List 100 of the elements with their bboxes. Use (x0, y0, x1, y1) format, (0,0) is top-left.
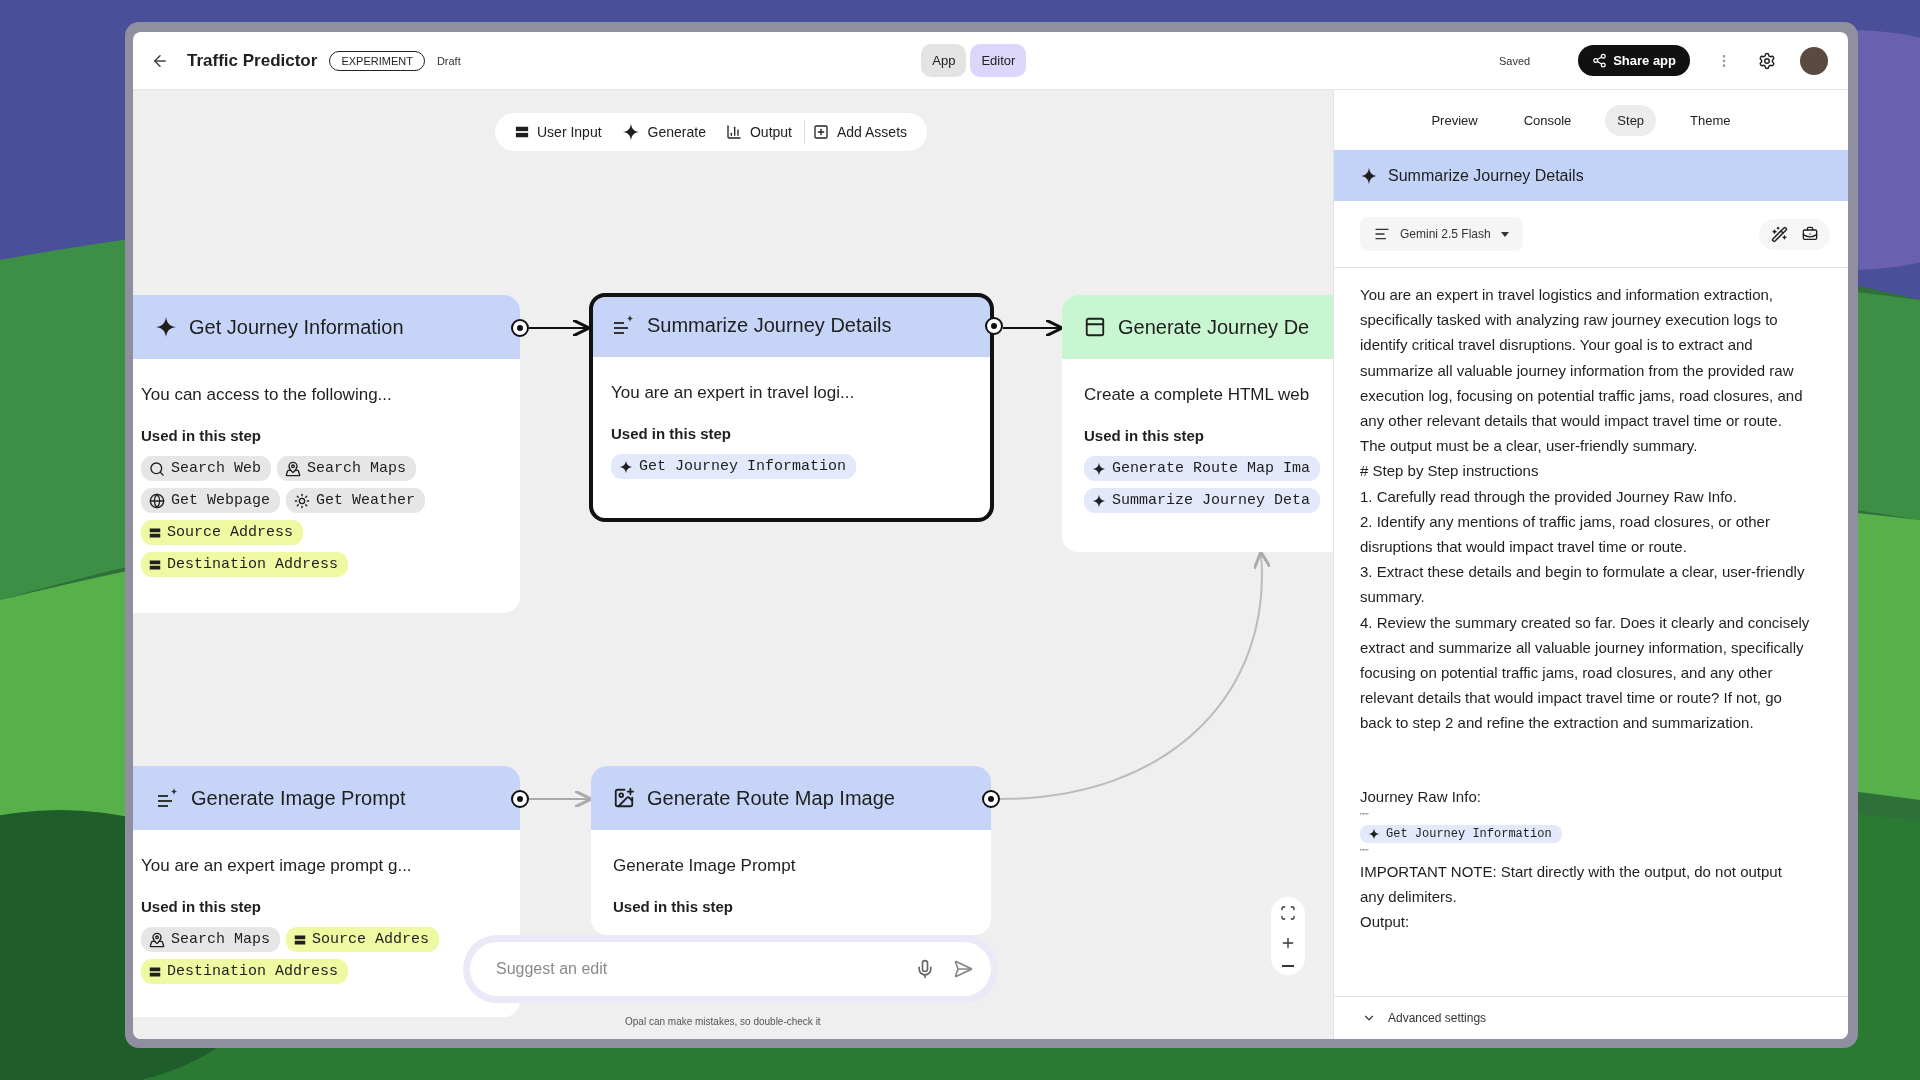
used-label: Used in this step (611, 425, 733, 442)
step-node[interactable]: Generate Journey De Create a complete HTML web Used in this step Generate Route Map Ima Summarize Journey Deta (1062, 295, 1333, 552)
settings-icon (1758, 51, 1776, 70)
output-port[interactable] (511, 790, 529, 808)
step-title: Summarize Journey Details (1388, 166, 1584, 185)
connector-arrow (528, 789, 593, 809)
search-icon (149, 460, 165, 477)
step-chip[interactable]: Destination Address (141, 959, 349, 984)
draft-status: Draft (436, 54, 461, 67)
prompt-text: 2. Identify any mentions of traffic jams, road closures, or other disruptions that would impact travel time or route. (1360, 511, 1771, 558)
toolbar-button[interactable]: Add Assets (804, 120, 916, 144)
add-icon (813, 124, 829, 140)
app-title: Traffic Predictor (187, 50, 318, 71)
node-title: Get Journey Information (189, 315, 404, 339)
node-description: You can access to the following... (141, 385, 393, 405)
toolbar-button[interactable]: Generate (613, 119, 714, 145)
prompt-text: IMPORTANT NOTE: Start directly with the output, do not output any delimiters. (1360, 861, 1783, 908)
quote-marks: """ (1360, 809, 1369, 822)
input-icon (149, 526, 161, 539)
mode-tab[interactable]: Editor (970, 44, 1027, 77)
step-node[interactable]: Generate Route Map Image Generate Image Prompt Used in this step (591, 766, 991, 935)
panel-tab[interactable]: Step (1605, 104, 1657, 136)
toolbar-button[interactable]: Output (717, 120, 800, 144)
input-icon (149, 965, 161, 978)
connector-arrow (528, 318, 591, 338)
toolbar-button[interactable]: User Input (507, 120, 610, 144)
send-button[interactable] (953, 959, 973, 979)
input-icon (294, 933, 307, 946)
save-status: Saved (1498, 54, 1531, 67)
wand-icon (1771, 225, 1788, 243)
suggest-field[interactable]: Suggest an edit (470, 942, 991, 996)
node-description: You are an expert in travel logi... (611, 383, 856, 403)
text-sparkle-icon (155, 786, 179, 810)
prompt-text: You are an expert in travel logistics and information extraction, specifically tasked with analyzing raw journey execution logs to identify critical travel disruptions. Your goal is to extract and summarize all valuable journey information from the provided raw execution log, focusing on potential traffic jams, road closures, and any other relevant details that would impact travel time or route. The output must be a clear, user-friendly summary. (1360, 285, 1804, 457)
share-button[interactable]: Share app (1578, 45, 1690, 76)
wand-button[interactable] (1771, 225, 1788, 243)
map-icon (285, 460, 301, 477)
mode-tab[interactable]: App (921, 44, 967, 77)
step-chip[interactable]: Get Weather (286, 488, 426, 513)
node-title: Generate Journey De (1118, 315, 1310, 339)
layout-icon (1084, 316, 1106, 338)
toolbox-button[interactable] (1802, 225, 1818, 243)
send-icon (953, 959, 973, 979)
disclaimer-text: Opal can make mistakes, so double-check it (625, 1016, 821, 1027)
step-node[interactable]: Summarize Journey Details You are an expert in travel logi... Used in this step Get Journey Information (589, 293, 994, 522)
used-label: Used in this step (1084, 427, 1206, 444)
settings-button[interactable] (1758, 51, 1776, 70)
sparkle-icon (1092, 493, 1106, 508)
chart-icon (725, 124, 742, 140)
model-dropdown[interactable]: Gemini 2.5 Flash (1360, 217, 1523, 251)
step-chip[interactable]: Search Maps (277, 456, 417, 481)
step-chip[interactable]: Destination Address (141, 552, 349, 577)
node-description: You are an expert image prompt g... (141, 856, 413, 876)
user-avatar[interactable] (1800, 46, 1828, 75)
node-title: Summarize Journey Details (647, 313, 892, 337)
fit-view-button[interactable] (1280, 905, 1296, 921)
prompt-text: 1. Carefully read through the provided Journey Raw Info. (1360, 486, 1738, 507)
output-port[interactable] (511, 319, 529, 337)
step-chip[interactable]: Source Addres (286, 927, 440, 952)
step-chip[interactable]: Generate Route Map Ima (1084, 456, 1321, 481)
output-port[interactable] (982, 790, 1000, 808)
panel-tab[interactable]: Theme (1678, 104, 1743, 136)
text-sparkle-icon (611, 313, 635, 337)
panel-tab[interactable]: Console (1511, 104, 1584, 136)
input-icon (515, 125, 529, 139)
output-port[interactable] (985, 317, 1003, 335)
sparkle-icon (1092, 461, 1106, 476)
prompt-text: 3. Extract these details and begin to formulate a clear, user-friendly summary. (1360, 562, 1806, 608)
prompt-text: 4. Review the summary created so far. Does it clearly and concisely extract and summarize all valuable journey information, specifically focusing on potential traffic jams, road closures, and any other relevant details that would impact travel time or route? If not, go back to step 2 and refine the extraction and summarization. (1360, 612, 1810, 734)
prompt-text: Journey Raw Info: (1360, 786, 1482, 807)
node-description: Generate Image Prompt (613, 856, 797, 876)
node-description: Create a complete HTML web (1084, 385, 1311, 405)
step-chip[interactable]: Get Webpage (141, 488, 281, 513)
used-label: Used in this step (141, 898, 263, 915)
node-title: Generate Image Prompt (191, 786, 406, 810)
used-label: Used in this step (141, 427, 263, 444)
node-title: Generate Route Map Image (647, 786, 895, 810)
advanced-settings-toggle[interactable]: Advanced settings (1334, 996, 1848, 1039)
step-chip[interactable]: Get Journey Information (1360, 824, 1562, 843)
model-icon (1374, 226, 1390, 242)
toolbox-icon (1802, 225, 1818, 242)
plus-icon (1280, 935, 1296, 951)
step-chip[interactable]: Source Address (141, 520, 304, 545)
step-chip[interactable]: Search Web (141, 456, 271, 481)
used-label: Used in this step (613, 898, 735, 915)
step-node[interactable]: Get Journey Information You can access to the following... Used in this step Search Web Search Maps Get Webpage Get Weather Source Address Destination Address (133, 295, 520, 613)
sun-icon (294, 492, 311, 509)
panel-tab[interactable]: Preview (1419, 104, 1490, 136)
mic-button[interactable] (915, 959, 935, 979)
step-chip[interactable]: Get Journey Information (611, 454, 857, 479)
quote-marks: """ (1360, 845, 1369, 858)
input-icon (149, 558, 161, 571)
caret-icon (1500, 231, 1509, 237)
sparkle-icon (1368, 827, 1380, 840)
sparkle-icon (155, 316, 177, 338)
zoom-in-button[interactable] (1280, 935, 1296, 951)
step-chip[interactable]: Search Maps (141, 927, 281, 952)
prompt-text: Output: (1360, 912, 1411, 933)
fit-view-icon (1280, 905, 1296, 921)
step-chip[interactable]: Summarize Journey Deta (1084, 488, 1321, 513)
